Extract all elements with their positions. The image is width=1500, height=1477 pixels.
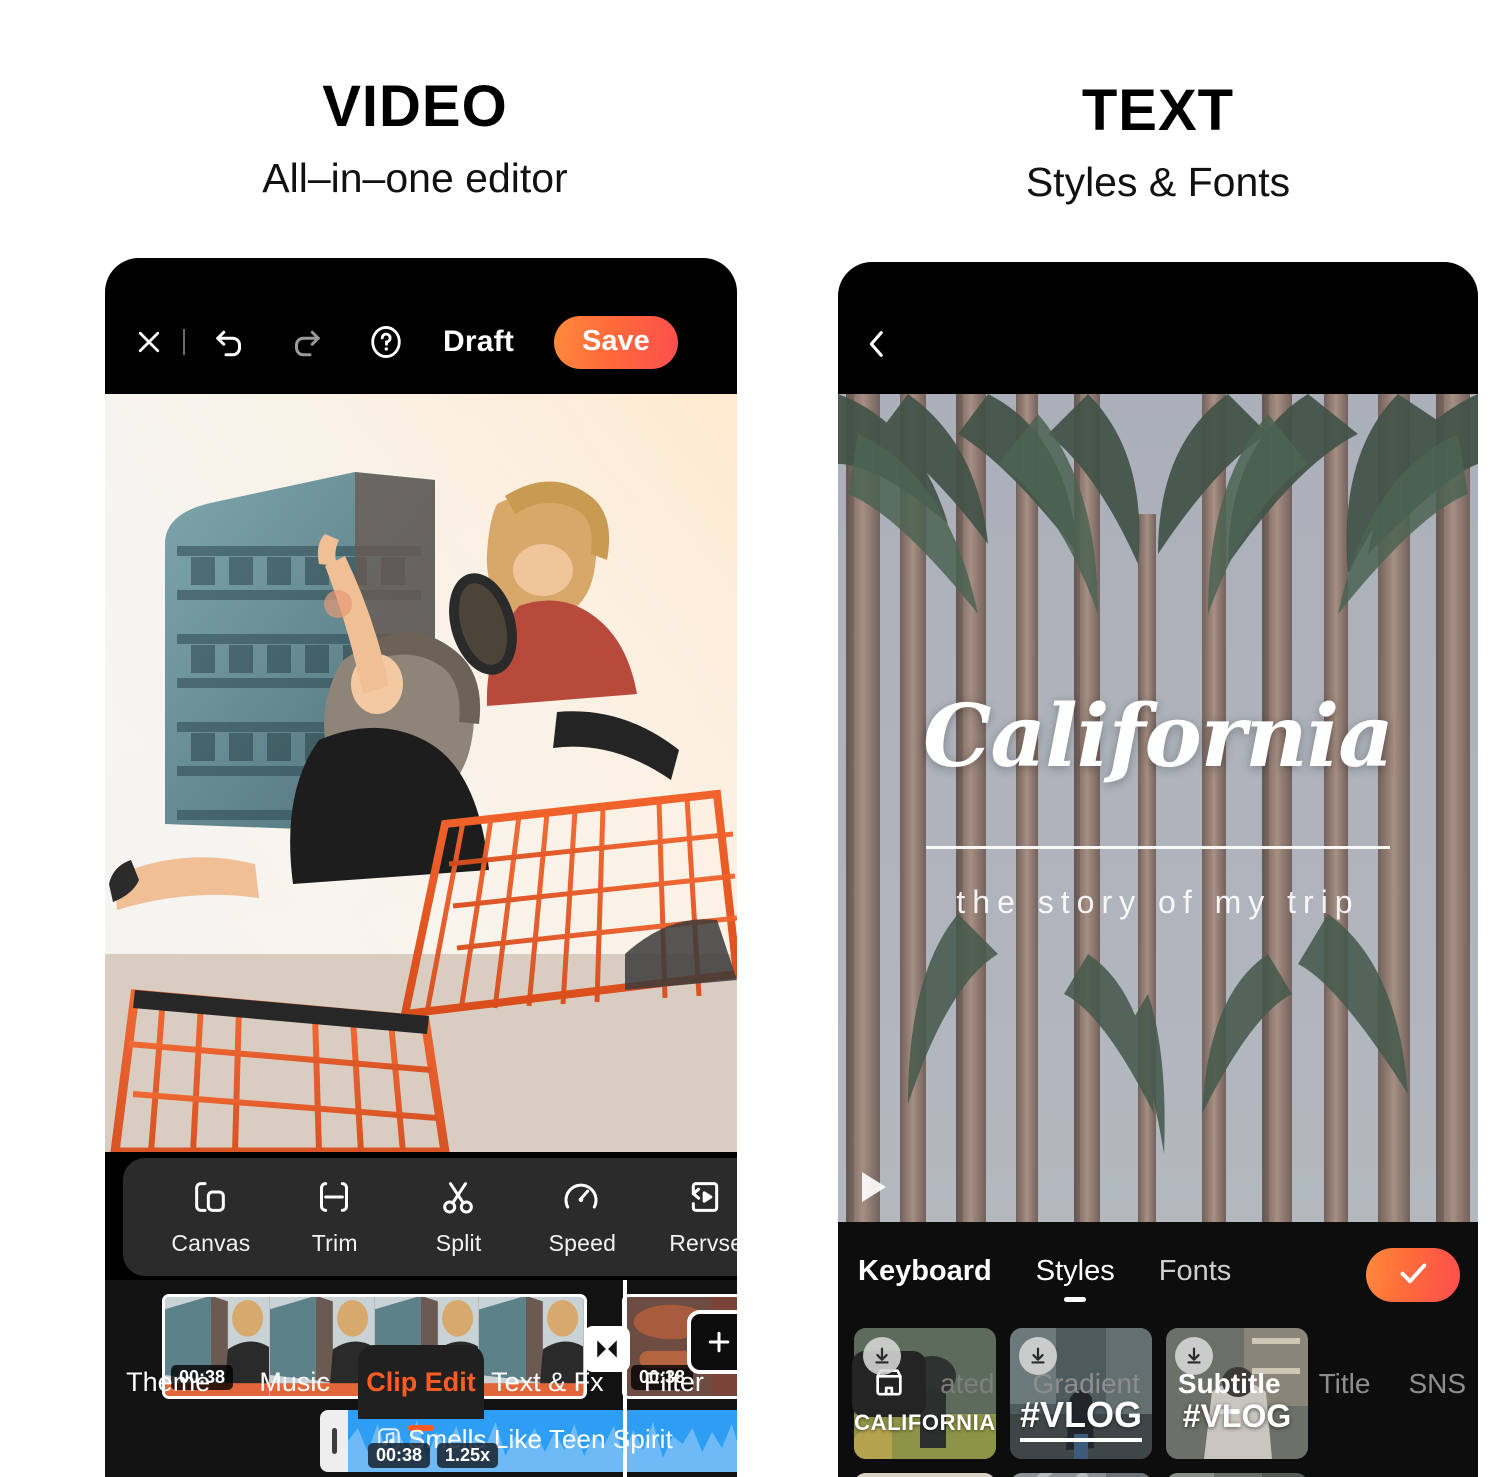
preview-divider	[926, 846, 1390, 849]
promo-screenshot: VIDEO All–in–one editor TEXT Styles & Fo…	[0, 0, 1500, 1477]
audio-clip-body[interactable]: Smells Like Teen Spirit 00:38 1.25x	[348, 1410, 737, 1472]
editor-topbar: Draft Save	[105, 304, 737, 380]
left-heading-subtitle: All–in–one editor	[262, 155, 568, 201]
category-title[interactable]: Title	[1317, 1362, 1373, 1406]
chevron-left-icon[interactable]	[860, 327, 908, 375]
tab-clip-edit[interactable]: Clip Edit	[357, 1345, 485, 1419]
tool-speed[interactable]: Speed	[523, 1177, 641, 1257]
audio-chips: 00:38 1.25x	[368, 1443, 499, 1468]
category-sns[interactable]: SNS	[1406, 1362, 1468, 1406]
right-heading-block: TEXT Styles & Fonts	[838, 82, 1478, 203]
tab-theme[interactable]: Theme	[105, 1345, 231, 1419]
text-panel-tabs: Keyboard Styles Fonts	[838, 1232, 1478, 1310]
canvas-icon	[190, 1177, 232, 1219]
tool-label: Canvas	[171, 1230, 251, 1256]
tool-canvas[interactable]: Canvas	[152, 1177, 270, 1257]
video-editor-phone: Draft Save 00:38 00:38 Smells Like Teen …	[105, 258, 737, 1477]
text-styles-panel: Keyboard Styles Fonts CALIFORNIA #VLOG #…	[838, 1222, 1478, 1477]
style-preset[interactable]: VLOG	[854, 1473, 996, 1477]
playhead[interactable]	[623, 1280, 627, 1477]
audio-track[interactable]: Smells Like Teen Spirit 00:38 1.25x	[320, 1410, 737, 1472]
clip-tools-bar: Canvas Trim Split Speed Rervse	[123, 1158, 737, 1276]
left-heading-title: VIDEO	[322, 74, 508, 139]
redo-icon[interactable]	[283, 318, 331, 366]
topbar-divider	[183, 329, 185, 355]
audio-speed-chip: 1.25x	[437, 1443, 499, 1468]
style-preset[interactable]: GIVE IT A SHOT!	[1010, 1473, 1152, 1477]
tab-keyboard[interactable]: Keyboard	[854, 1247, 996, 1296]
preset-text-inner: #VLOG	[1019, 1394, 1143, 1442]
left-heading-block: VIDEO All–in–one editor	[60, 78, 770, 199]
text-editor-topbar	[838, 308, 1478, 394]
audio-duration-chip: 00:38	[368, 1443, 431, 1468]
preset-text: CALIFORNIA	[854, 1410, 996, 1435]
category-animated[interactable]: ated	[938, 1362, 997, 1406]
right-heading-title: TEXT	[1081, 78, 1235, 143]
reverse-icon	[685, 1177, 727, 1219]
trim-icon	[314, 1177, 356, 1219]
tool-split[interactable]: Split	[400, 1177, 518, 1257]
preset-text: #VLOG	[1182, 1398, 1292, 1434]
palm-trees-artwork	[838, 394, 1478, 1222]
download-icon[interactable]	[1175, 1337, 1213, 1375]
tab-styles[interactable]: Styles	[1032, 1247, 1119, 1296]
tool-label: Rervse	[669, 1230, 737, 1256]
preview-title: California	[922, 686, 1394, 787]
close-icon[interactable]	[127, 320, 171, 364]
download-icon[interactable]	[1019, 1337, 1057, 1375]
tool-trim[interactable]: Trim	[276, 1177, 394, 1257]
draft-label[interactable]: Draft	[443, 325, 514, 359]
play-icon[interactable]	[862, 1172, 886, 1202]
video-preview[interactable]	[105, 394, 737, 1152]
text-preview[interactable]: California the story of my trip	[838, 394, 1478, 1222]
save-button[interactable]: Save	[554, 315, 678, 369]
scissors-icon	[438, 1177, 480, 1219]
undo-icon[interactable]	[205, 318, 253, 366]
tool-label: Trim	[311, 1230, 358, 1256]
text-editor-phone: California the story of my trip Keyboard…	[838, 262, 1478, 1477]
tool-reverse[interactable]: Rervse	[647, 1177, 737, 1257]
help-circle-icon[interactable]	[363, 319, 409, 365]
tab-fonts[interactable]: Fonts	[1155, 1247, 1236, 1296]
tool-label: Split	[435, 1230, 482, 1256]
preview-artwork	[105, 394, 737, 1152]
speedometer-icon	[561, 1177, 603, 1219]
audio-trim-handle-left[interactable]	[320, 1410, 348, 1472]
check-icon	[1395, 1255, 1431, 1296]
plus-icon[interactable]	[687, 1310, 737, 1374]
right-heading-subtitle: Styles & Fonts	[1025, 159, 1291, 205]
editor-bottom-tabs: Theme Music Clip Edit Text & Fx Filter	[105, 1345, 737, 1419]
confirm-button[interactable]	[1366, 1248, 1460, 1302]
download-icon[interactable]	[863, 1337, 901, 1375]
tool-label: Speed	[548, 1230, 617, 1256]
tab-music[interactable]: Music	[231, 1345, 357, 1419]
style-preset[interactable]: GIVE IT A SHOT!	[1166, 1473, 1308, 1477]
preset-text: #VLOG	[1010, 1394, 1152, 1442]
preview-tagline: the story of my trip	[956, 884, 1360, 920]
